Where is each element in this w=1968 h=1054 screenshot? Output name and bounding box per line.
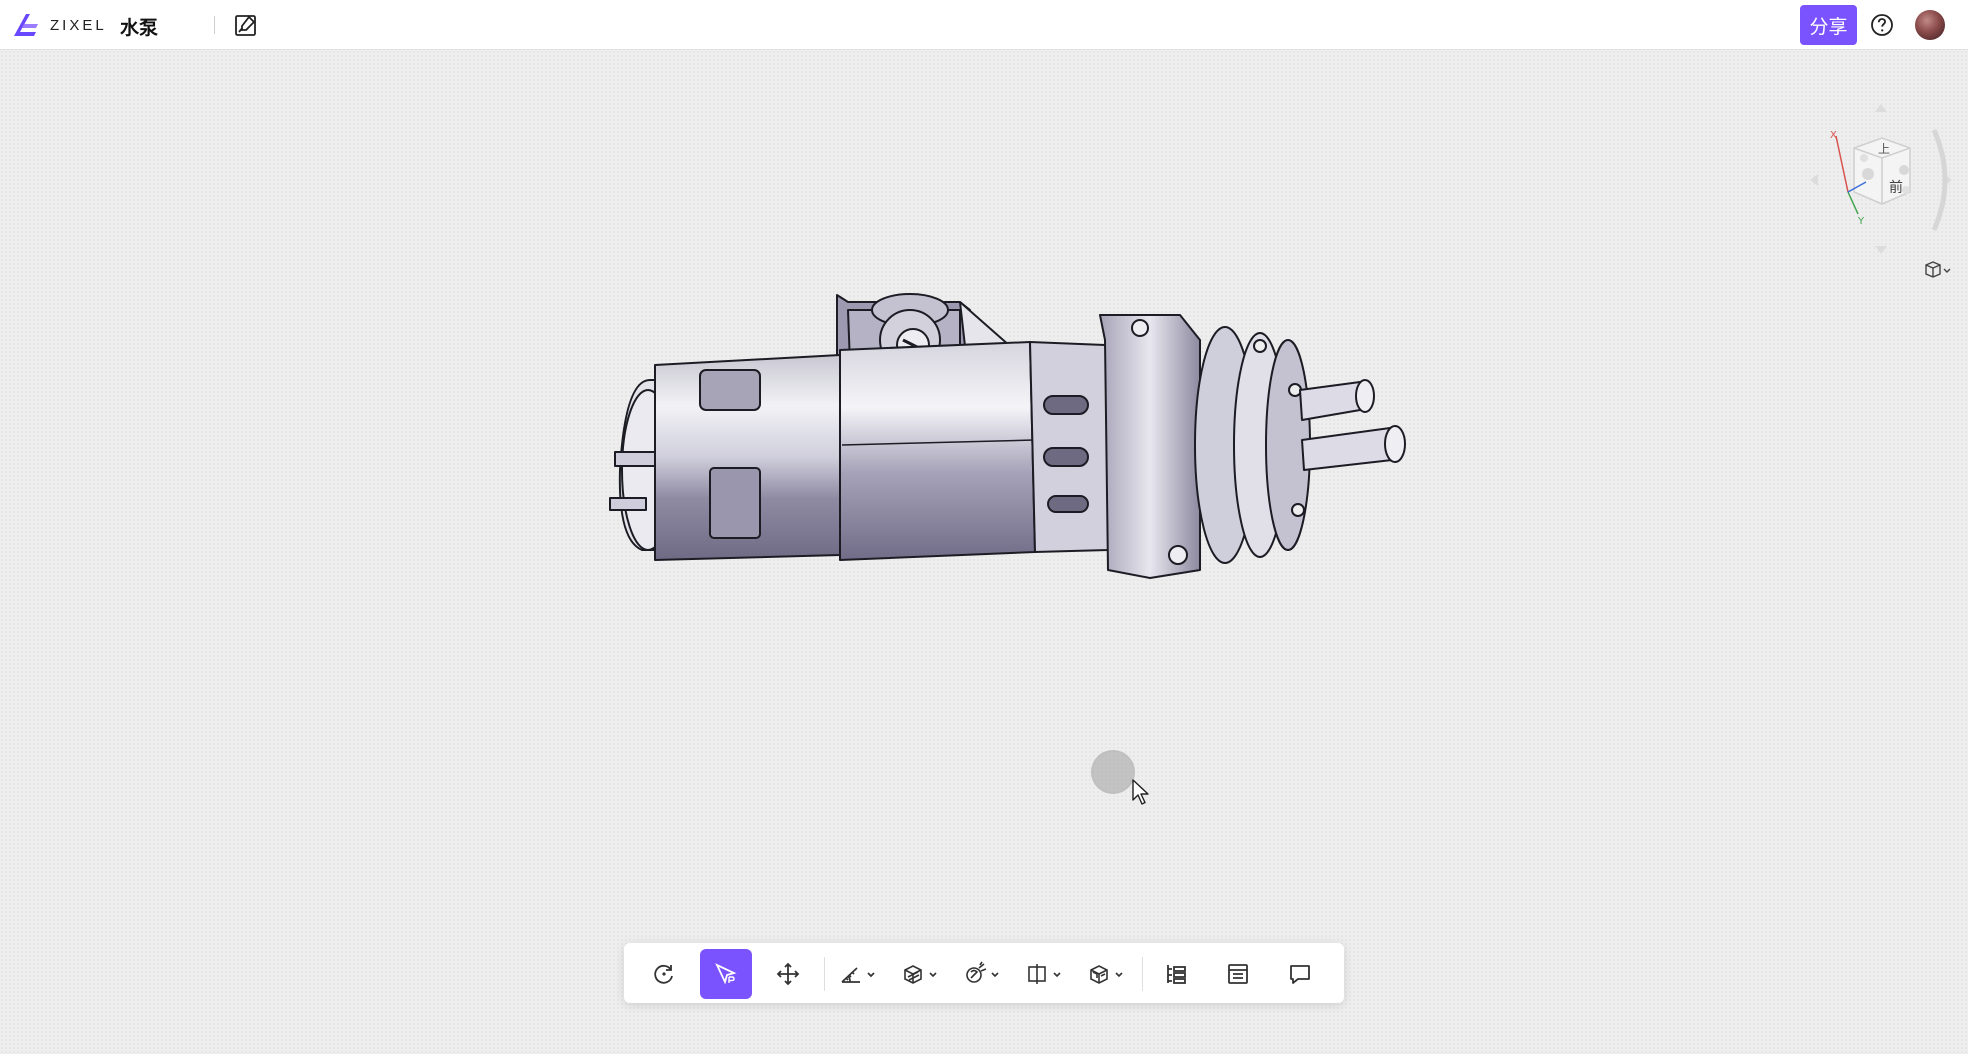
toolbar-separator <box>1142 957 1143 991</box>
question-circle-icon <box>1871 14 1893 36</box>
toolbar-separator <box>824 957 825 991</box>
cube-face-top[interactable]: 上 <box>1878 142 1890 156</box>
bottom-toolbar <box>624 943 1344 1003</box>
render-tool-button[interactable] <box>1080 949 1132 999</box>
axis-x-label: X <box>1830 130 1837 141</box>
select-tool-button[interactable] <box>700 949 752 999</box>
share-button[interactable]: 分享 <box>1800 5 1857 45</box>
edit-image-button[interactable] <box>232 11 260 39</box>
chevron-down-icon <box>1115 972 1123 978</box>
explode-tool-button[interactable] <box>956 949 1008 999</box>
properties-button[interactable] <box>1212 949 1264 999</box>
pan-tool-button[interactable] <box>762 949 814 999</box>
cube-view-icon <box>1925 261 1951 278</box>
logo-text: ZIXEL <box>50 16 107 34</box>
move-arrows-icon <box>776 962 800 986</box>
properties-list-icon <box>1228 964 1248 984</box>
model-tree-button[interactable] <box>1150 949 1202 999</box>
header-divider <box>214 16 215 34</box>
measure-tool-button[interactable] <box>832 949 884 999</box>
mouse-pointer-icon <box>1132 779 1149 805</box>
explode-view-icon <box>966 961 999 983</box>
select-cursor-icon <box>715 963 737 985</box>
zixel-logo-icon <box>14 14 38 36</box>
comments-button[interactable] <box>1274 949 1326 999</box>
view-cube[interactable]: 上 前 <box>1853 137 1911 205</box>
chevron-down-icon <box>867 972 875 978</box>
section-cube-icon <box>904 965 937 984</box>
chevron-down-icon <box>1943 268 1951 273</box>
zixel-logo[interactable]: ZIXEL <box>10 10 107 40</box>
axis-y-label: Y <box>1857 216 1865 227</box>
chevron-down-icon <box>929 972 937 978</box>
water-pump-model[interactable] <box>560 280 1440 740</box>
rotate-tool-button[interactable] <box>638 949 690 999</box>
display-mode-icon <box>1028 964 1061 984</box>
cube-face-front[interactable]: 前 <box>1889 179 1903 196</box>
edit-image-icon <box>235 15 256 36</box>
section-tool-button[interactable] <box>894 949 946 999</box>
top-bar: ZIXEL 水泵 分享 <box>0 0 1968 50</box>
user-avatar[interactable] <box>1915 10 1945 40</box>
tree-list-icon <box>1167 965 1186 984</box>
help-button[interactable] <box>1869 12 1895 38</box>
document-title: 水泵 <box>120 17 159 39</box>
rotate-icon <box>654 964 673 984</box>
render-cube-icon <box>1090 965 1123 984</box>
chevron-down-icon <box>1053 972 1061 978</box>
navigation-cube[interactable]: 上 前 X Y <box>1806 100 1956 260</box>
view-mode-dropdown[interactable] <box>1922 258 1956 282</box>
display-mode-tool-button[interactable] <box>1018 949 1070 999</box>
ruler-angle-icon <box>841 967 875 983</box>
chevron-down-icon <box>991 972 999 978</box>
cursor-highlight-ring <box>1091 750 1135 794</box>
comment-bubble-icon <box>1290 965 1310 984</box>
